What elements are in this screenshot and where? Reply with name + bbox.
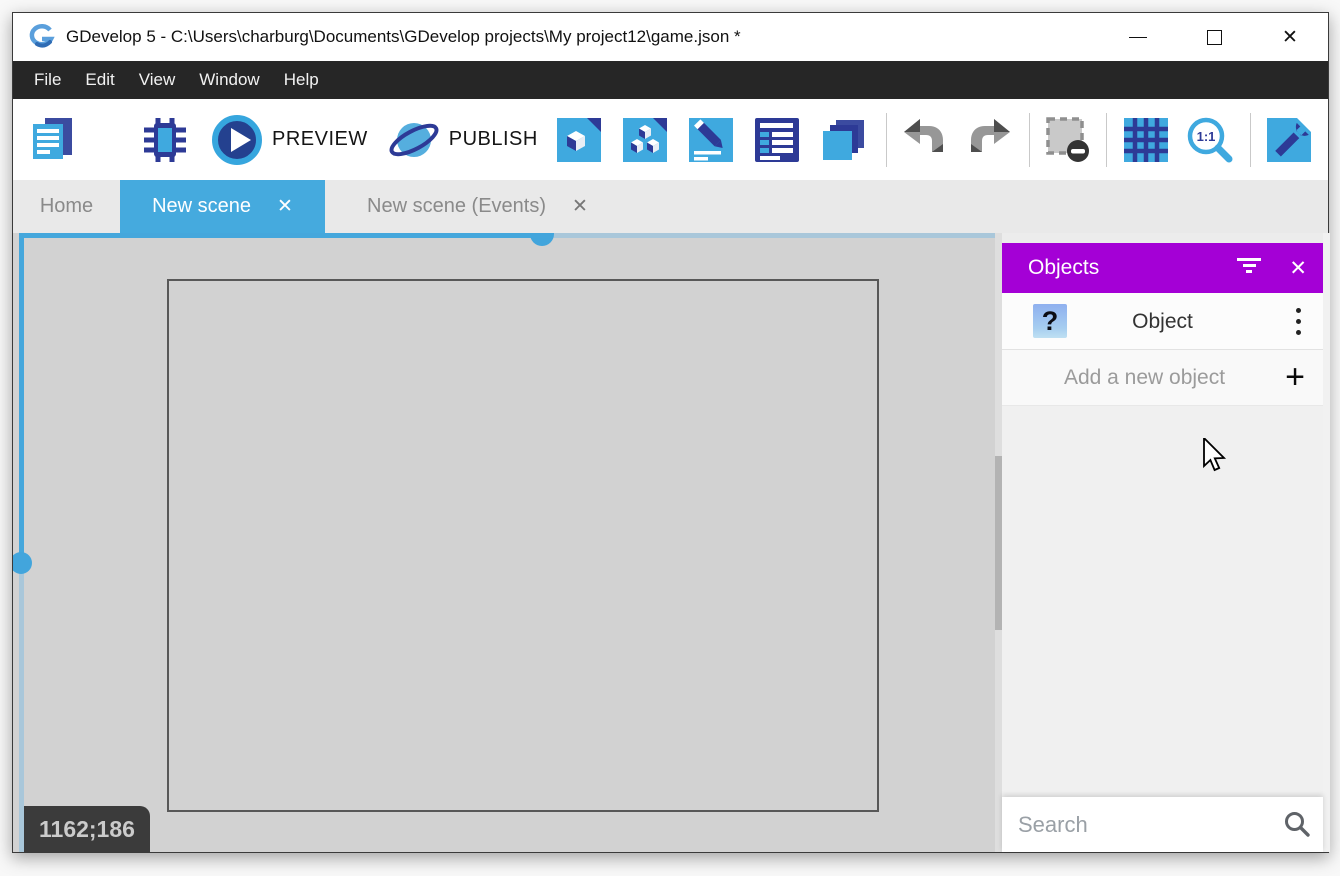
edit-external-layout-icon[interactable] (620, 115, 670, 165)
tab-label: Home (40, 195, 93, 218)
vertical-scrollbar-fill[interactable] (19, 233, 24, 563)
menu-edit[interactable]: Edit (73, 61, 126, 99)
publish-label: PUBLISH (449, 128, 538, 151)
title-bar: GDevelop 5 - C:\Users\charburg\Documents… (13, 13, 1328, 61)
add-object-label: Add a new object (1002, 350, 1287, 406)
tab-close-icon[interactable]: ✕ (277, 195, 293, 218)
tab-home[interactable]: Home (13, 180, 120, 233)
toolbar: PREVIEW PUBLISH (13, 99, 1328, 180)
objects-panel-title: Objects (1028, 256, 1099, 280)
open-settings-icon[interactable] (1264, 115, 1314, 165)
minimize-icon (1129, 37, 1147, 38)
tab-new-scene[interactable]: New scene ✕ (120, 180, 325, 233)
toolbar-separator (1106, 113, 1107, 167)
object-context-menu-icon[interactable] (1296, 308, 1302, 341)
plus-icon: + (1285, 350, 1305, 404)
tab-label: New scene (152, 195, 251, 218)
redo-icon[interactable] (965, 115, 1015, 165)
edit-events-icon[interactable] (752, 115, 802, 165)
menu-view[interactable]: View (127, 61, 188, 99)
game-window-frame (167, 279, 879, 812)
maximize-icon (1207, 30, 1222, 45)
object-name: Object (1002, 293, 1323, 350)
objects-search-input[interactable] (1002, 797, 1323, 852)
open-layers-icon[interactable] (818, 115, 868, 165)
tab-new-scene-events[interactable]: New scene (Events) ✕ (325, 180, 630, 233)
maximize-button[interactable] (1176, 13, 1252, 61)
tab-label: New scene (Events) (367, 195, 546, 218)
filter-icon[interactable] (1237, 258, 1261, 278)
horizontal-scrollbar-track[interactable] (542, 233, 1002, 238)
content-area: 1162;186 Objects ✕ ? Object Add a new ob… (13, 233, 1328, 852)
objects-panel-close-icon[interactable]: ✕ (1289, 243, 1307, 293)
horizontal-scrollbar-thumb[interactable] (530, 233, 554, 246)
toolbar-separator (1029, 113, 1030, 167)
debugger-icon[interactable] (140, 115, 190, 165)
minimize-button[interactable] (1100, 13, 1176, 61)
svg-text:1:1: 1:1 (1196, 129, 1215, 144)
window-title: GDevelop 5 - C:\Users\charburg\Documents… (66, 27, 741, 47)
project-manager-icon[interactable] (28, 115, 78, 165)
undo-icon[interactable] (899, 115, 949, 165)
gdevelop-logo-icon (27, 22, 57, 52)
right-gutter (1323, 233, 1330, 852)
zoom-1-1-icon[interactable]: 1:1 (1185, 115, 1235, 165)
add-object-button[interactable]: Add a new object + (1002, 350, 1323, 406)
object-list-item[interactable]: ? Object (1002, 293, 1323, 350)
gdevelop-window: GDevelop 5 - C:\Users\charburg\Documents… (12, 12, 1329, 853)
edit-scene-properties-icon[interactable] (686, 115, 736, 165)
toolbar-separator (1250, 113, 1251, 167)
close-button[interactable]: ✕ (1252, 13, 1328, 61)
preview-label: PREVIEW (272, 128, 368, 151)
vertical-scrollbar-thumb[interactable] (13, 552, 32, 574)
publish-button[interactable]: PUBLISH (388, 114, 538, 166)
preview-button[interactable]: PREVIEW (211, 114, 368, 166)
publish-globe-icon (388, 114, 440, 166)
objects-panel-empty-area (1002, 406, 1323, 797)
objects-panel: Objects ✕ ? Object Add a new object + (1002, 233, 1323, 852)
canvas-right-scrollbar-thumb[interactable] (995, 456, 1002, 630)
toggle-grid-icon[interactable] (1121, 115, 1171, 165)
menu-bar: File Edit View Window Help (13, 61, 1328, 99)
menu-file[interactable]: File (22, 61, 73, 99)
preview-play-icon (211, 114, 263, 166)
toolbar-separator (886, 113, 887, 167)
search-icon[interactable] (1283, 810, 1311, 838)
scene-canvas[interactable]: 1162;186 (13, 233, 1002, 852)
tab-close-icon[interactable]: ✕ (572, 195, 588, 218)
menu-help[interactable]: Help (272, 61, 331, 99)
menu-window[interactable]: Window (187, 61, 271, 99)
tab-bar: Home New scene ✕ New scene (Events) ✕ (13, 180, 1328, 233)
horizontal-scrollbar-fill[interactable] (19, 233, 542, 238)
objects-search-bar (1002, 797, 1323, 852)
cursor-coordinates-badge: 1162;186 (24, 806, 150, 852)
mouse-cursor-icon (1202, 438, 1228, 472)
window-controls: ✕ (1100, 13, 1328, 61)
objects-panel-header: Objects ✕ (1002, 243, 1323, 293)
edit-scene-icon[interactable] (554, 115, 604, 165)
toggle-window-mask-icon[interactable] (1043, 115, 1093, 165)
